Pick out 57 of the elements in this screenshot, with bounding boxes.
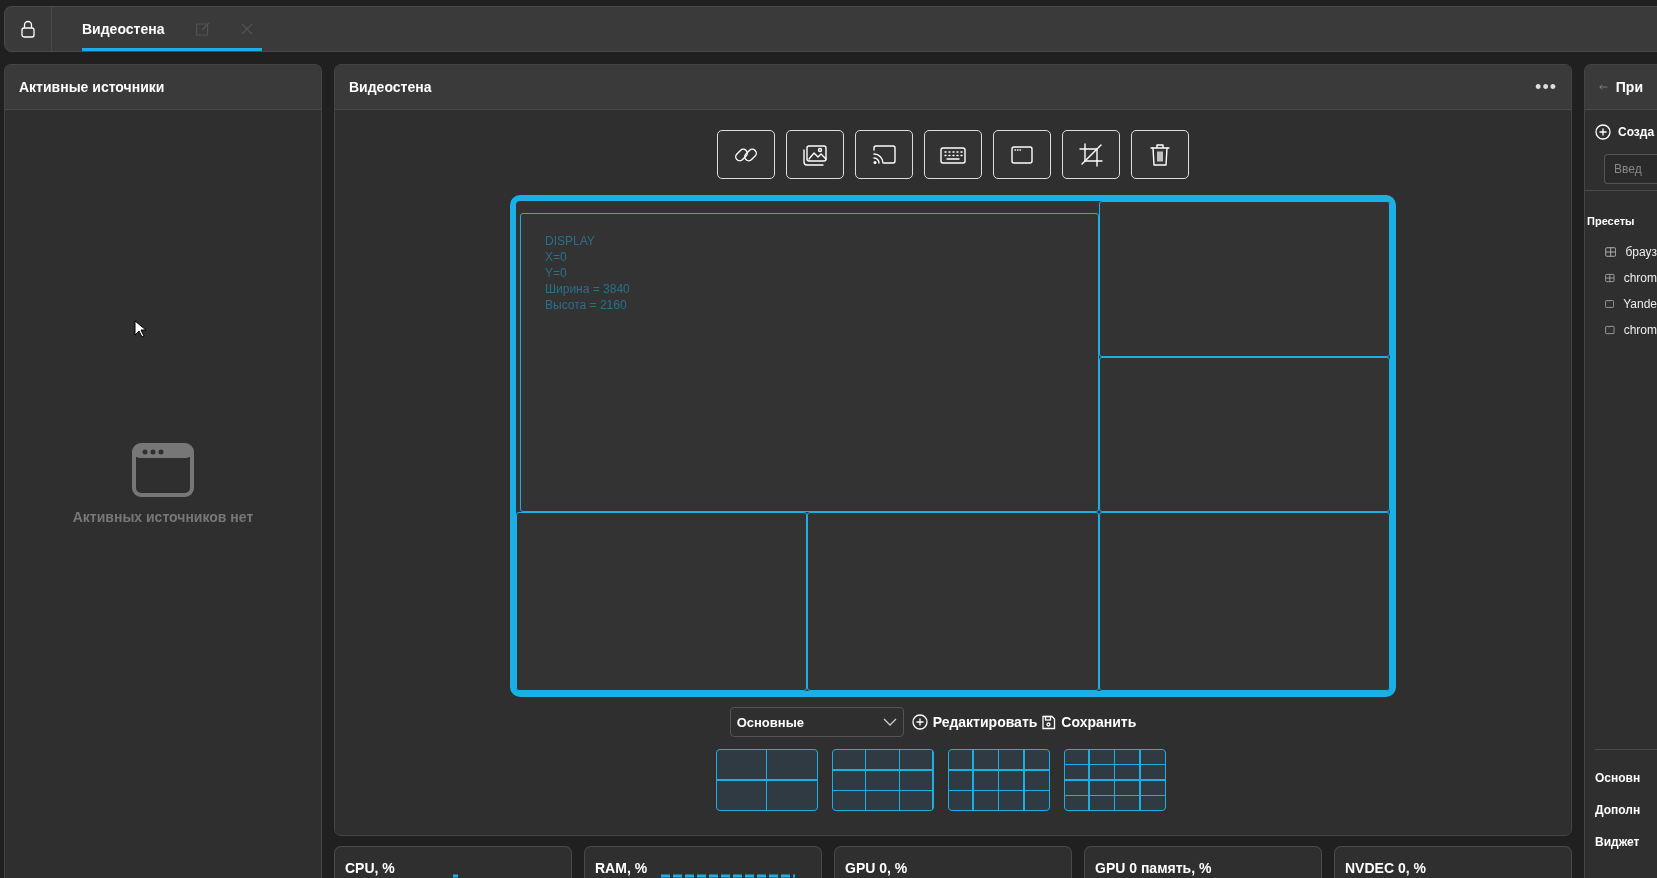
more-menu[interactable]: ••• — [1535, 76, 1557, 98]
empty-message: Активных источников нет — [72, 509, 254, 525]
display-cell[interactable] — [1098, 201, 1390, 357]
display-cell[interactable] — [1098, 512, 1390, 691]
stat-label: GPU 0, % — [845, 860, 908, 876]
search-field[interactable]: Введ — [1604, 154, 1657, 184]
cast-button[interactable] — [855, 130, 913, 179]
preset-item[interactable]: chrom — [1623, 271, 1657, 285]
panel-title: При — [1615, 79, 1643, 95]
crop-icon — [1077, 140, 1105, 169]
stat-label: CPU, % — [345, 860, 395, 876]
display-info: Ширина = 3840 — [545, 282, 631, 297]
window-button[interactable] — [993, 130, 1051, 179]
keyboard-button[interactable] — [924, 130, 982, 179]
save-button[interactable]: Сохранить — [1041, 714, 1137, 730]
usage-graph — [453, 874, 458, 878]
lock-icon[interactable] — [20, 20, 36, 38]
window-icon — [132, 443, 194, 497]
display-cell[interactable] — [807, 512, 1099, 691]
preset-item[interactable]: брауз — [1625, 245, 1657, 259]
section-link[interactable]: Виджет — [1585, 826, 1657, 858]
stat-label: GPU 0 память, % — [1095, 860, 1212, 876]
edit-button[interactable]: Редактировать — [911, 714, 1038, 730]
stat-label: NVDEC 0, % — [1345, 860, 1426, 876]
preset-item[interactable]: chrom — [1623, 323, 1657, 337]
section-title: Пресеты — [1587, 215, 1636, 227]
grid-icon — [1605, 271, 1615, 285]
display-info: Y=0 — [545, 266, 568, 281]
layout-preset[interactable] — [831, 749, 934, 811]
display-info: DISPLAY — [545, 234, 596, 249]
layout-select[interactable]: Основные — [729, 707, 904, 737]
panel-title: Видеостена — [349, 79, 432, 95]
section-link[interactable]: Дополн — [1585, 794, 1657, 826]
link-button[interactable] — [717, 130, 775, 179]
window-icon — [1605, 323, 1615, 337]
trash-button[interactable] — [1131, 130, 1189, 179]
stat-label: RAM, % — [595, 860, 648, 876]
section-link[interactable]: Основн — [1585, 762, 1657, 794]
create-link[interactable]: Созда — [1618, 125, 1655, 139]
save-icon — [1041, 714, 1057, 730]
panel-title: Активные источники — [19, 79, 165, 95]
layout-preset[interactable] — [947, 749, 1050, 811]
window-icon — [1605, 297, 1615, 311]
display-cell[interactable] — [1098, 357, 1390, 512]
preset-item[interactable]: Yande — [1623, 297, 1657, 311]
crop-button[interactable] — [1062, 130, 1120, 179]
display-info: Высота = 2160 — [545, 298, 628, 313]
image-button[interactable] — [786, 130, 844, 179]
layout-preset[interactable] — [1063, 749, 1166, 811]
add-icon — [1595, 124, 1611, 140]
display-info: X=0 — [545, 250, 568, 265]
layout-preset[interactable] — [715, 749, 818, 811]
display-cell[interactable] — [516, 512, 808, 691]
add-icon — [911, 714, 928, 730]
cursor-icon — [134, 320, 146, 338]
grid-icon — [1605, 245, 1617, 259]
chevron-down-icon — [882, 718, 897, 726]
